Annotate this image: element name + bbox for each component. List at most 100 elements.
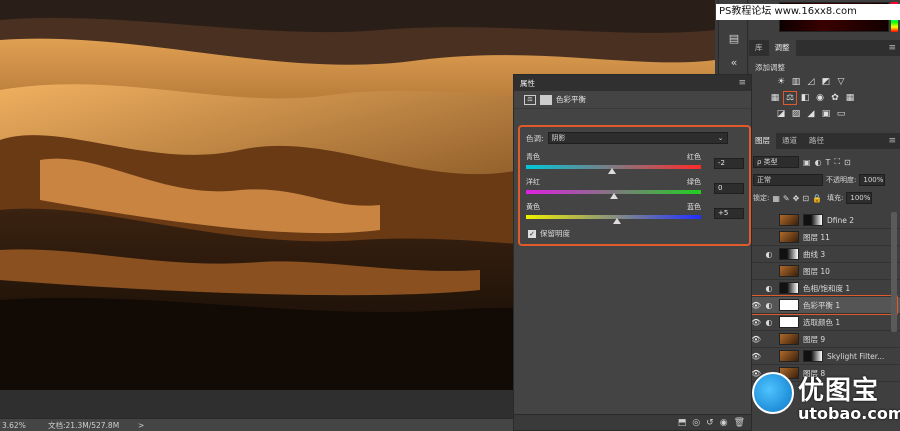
layer-tabs: 图层 通道 路径 ≡	[749, 133, 900, 149]
gradient-map-icon[interactable]: ▭	[835, 108, 847, 120]
slider-knob[interactable]	[607, 168, 616, 174]
vibrance-icon[interactable]: ▦	[769, 92, 781, 104]
status-menu-arrow[interactable]: >	[138, 421, 148, 430]
properties-header[interactable]: 属性 ≡	[514, 75, 751, 91]
layer-name: 色相/饱和度 1	[803, 283, 851, 293]
clip-to-layer-icon[interactable]: ⬒	[678, 418, 687, 428]
lock-artboard-icon[interactable]: ⊡	[802, 194, 809, 203]
tone-label: 色调:	[526, 133, 544, 143]
opacity-input[interactable]: 100%	[859, 174, 886, 186]
layer-thumbnail	[779, 231, 799, 243]
zoom-level[interactable]: 3.62%	[0, 421, 48, 430]
filter-pixel-icon[interactable]: ▣	[803, 158, 811, 167]
toggle-visibility-icon[interactable]: ◉	[720, 418, 728, 428]
layer-row[interactable]: ◐ 曲线 3	[749, 246, 900, 263]
slider-knob[interactable]	[609, 193, 618, 199]
layer-name: 图层 10	[803, 266, 830, 276]
library-adjust-tabs: 库 调整 ≡	[749, 40, 900, 56]
invert-icon[interactable]: ◪	[775, 108, 787, 120]
fill-label: 填充:	[827, 194, 844, 202]
photo-filter-icon[interactable]: ◉	[814, 92, 826, 104]
color-balance-icon[interactable]: ⚖	[783, 91, 797, 105]
color-lookup-icon[interactable]: ▦	[844, 92, 856, 104]
blend-mode-select[interactable]: 正常	[753, 174, 823, 186]
fill-input[interactable]: 100%	[846, 192, 873, 204]
color-balance-icon: ⚖	[524, 94, 536, 105]
layer-row-selected[interactable]: 👁 ◐ 色彩平衡 1	[749, 295, 900, 315]
layers-scrollbar[interactable]	[891, 212, 897, 332]
slider-value-input[interactable]: -2	[714, 158, 744, 169]
slider-value-input[interactable]: 0	[714, 183, 744, 194]
reset-icon[interactable]: ↺	[706, 418, 714, 428]
filter-adjust-icon[interactable]: ◐	[815, 158, 822, 167]
black-white-icon[interactable]: ◧	[799, 92, 811, 104]
levels-icon[interactable]: ▥	[790, 76, 802, 88]
properties-title: 属性	[520, 78, 535, 88]
slider-value-input[interactable]: +5	[714, 208, 744, 219]
checkbox-checked-icon[interactable]: ✓	[528, 229, 536, 238]
layer-row[interactable]: 👁 图层 9	[749, 331, 900, 348]
layer-mask-thumbnail	[779, 248, 799, 260]
exposure-icon[interactable]: ◩	[820, 76, 832, 88]
panel-menu-icon[interactable]: ≡	[888, 40, 900, 56]
tab-adjustments[interactable]: 调整	[768, 40, 796, 56]
layer-row[interactable]: Dfine 2	[749, 212, 900, 229]
channel-mixer-icon[interactable]: ✿	[829, 92, 841, 104]
layer-row[interactable]: 👁 ◐ 选取颜色 1	[749, 314, 900, 331]
filter-shape-icon[interactable]: ⛶	[834, 157, 840, 167]
slider-track[interactable]	[526, 190, 701, 199]
tab-library[interactable]: 库	[749, 40, 769, 56]
slider-track[interactable]	[526, 165, 701, 174]
mask-icon[interactable]	[540, 94, 552, 105]
slider-track[interactable]	[526, 215, 701, 224]
layer-mask-thumbnail	[803, 350, 823, 362]
tab-channels[interactable]: 通道	[776, 133, 803, 149]
history-icon[interactable]: ▤	[726, 30, 742, 46]
layer-name: 选取颜色 1	[803, 317, 841, 327]
color-balance-controls: 色调: 阴影 ⌄ 青色 红色 -2 洋红 绿色 0 黄色 蓝色 +5 ✓ 保留明度	[518, 125, 751, 246]
lock-label: 锁定:	[753, 194, 770, 202]
layers-menu-icon[interactable]: ≡	[888, 133, 900, 149]
layer-row[interactable]: 图层 11	[749, 229, 900, 246]
filter-type-icon[interactable]: T	[826, 158, 831, 167]
slider-right-label: 绿色	[687, 178, 701, 186]
yellow-blue-slider: 黄色 蓝色 +5	[526, 202, 748, 224]
posterize-icon[interactable]: ▨	[790, 108, 802, 120]
layer-filter-row: ρ 类型 ▣ ◐ T ⛶ ⊡	[753, 155, 898, 169]
slider-right-label: 红色	[687, 153, 701, 161]
layer-filter-select[interactable]: ρ 类型	[753, 156, 799, 168]
adjustment-layer-icon: ◐	[765, 249, 773, 259]
filter-smart-icon[interactable]: ⊡	[844, 158, 851, 167]
view-previous-icon[interactable]: ◎	[692, 418, 700, 428]
slider-knob[interactable]	[613, 218, 621, 224]
threshold-icon[interactable]: ◢	[805, 108, 817, 120]
preserve-luminosity[interactable]: ✓ 保留明度	[528, 228, 570, 239]
layer-name: 色彩平衡 1	[803, 300, 841, 310]
layer-name: 图层 11	[803, 232, 830, 242]
selective-color-icon[interactable]: ▣	[820, 108, 832, 120]
tab-paths[interactable]: 路径	[803, 133, 830, 149]
lock-move-icon[interactable]: ✥	[793, 194, 800, 203]
layer-name: Skylight Filter...	[827, 351, 885, 361]
expand-panels-icon[interactable]: «	[726, 54, 742, 70]
site-logo: 优图宝 utobao.com	[752, 370, 900, 431]
properties-panel: 属性 ≡ ⚖ 色彩平衡 色调: 阴影 ⌄ 青色 红色 -2 洋红 绿色 0 黄色 蓝色 …	[513, 74, 752, 431]
adjustment-header: ⚖ 色彩平衡	[514, 91, 751, 109]
layer-mask-thumbnail	[779, 282, 799, 294]
gradient-triangle-icon[interactable]: ▽	[835, 76, 847, 88]
tone-select[interactable]: 阴影 ⌄	[547, 132, 728, 144]
adjustment-layer-icon: ◐	[765, 317, 773, 327]
layer-name: 曲线 3	[803, 249, 826, 259]
watermark-text: PS教程论坛 www.16xx8.com	[716, 4, 900, 20]
curves-icon[interactable]: ◿	[805, 76, 817, 88]
layer-row[interactable]: 👁 Skylight Filter...	[749, 348, 900, 365]
brightness-icon[interactable]: ☀	[775, 76, 787, 88]
logo-url-text: utobao.com	[798, 404, 900, 423]
properties-menu-icon[interactable]: ≡	[738, 78, 751, 88]
tab-layers[interactable]: 图层	[749, 133, 776, 149]
layer-row[interactable]: 图层 10	[749, 263, 900, 280]
lock-transparent-icon[interactable]: ▦	[772, 194, 780, 203]
delete-icon[interactable]: 🗑	[734, 418, 745, 428]
lock-all-icon[interactable]: 🔒	[812, 194, 822, 203]
lock-paint-icon[interactable]: ✎	[783, 194, 790, 203]
